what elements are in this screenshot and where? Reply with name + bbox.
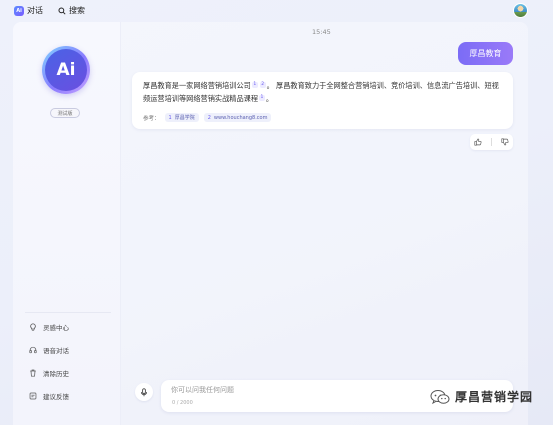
- assistant-avatar: Ai: [42, 46, 90, 94]
- search-label: 搜索: [69, 6, 85, 15]
- feedback-icon: [29, 392, 37, 400]
- user-message-bubble: 厚昌教育: [458, 42, 513, 65]
- reference-number: 1: [168, 114, 172, 121]
- sidebar-item-label: 语音对话: [43, 347, 69, 355]
- reference-list: 参考： 1 厚昌学院 2 www.houchang8.com: [143, 113, 272, 122]
- thumbs-up-icon[interactable]: [474, 138, 482, 146]
- trash-icon: [30, 369, 36, 377]
- feedback-separator: [490, 138, 492, 146]
- headset-icon: [29, 346, 37, 354]
- voice-input-button[interactable]: [135, 383, 153, 401]
- reference-label: www.houchang8.com: [213, 114, 268, 121]
- version-badge: 测试版: [50, 108, 80, 118]
- sidebar: Ai 测试版 灵感中心 语音对话 清除历史 建议反馈: [13, 22, 121, 425]
- citation-marker[interactable]: 1: [251, 81, 258, 88]
- citation-marker[interactable]: 2: [259, 81, 266, 88]
- reference-chip[interactable]: 1 厚昌学院: [164, 113, 199, 122]
- top-bar: Ai 对话 搜索: [0, 0, 553, 22]
- assistant-message-text: 厚昌教育是一家网络营销培训公司 1 2。 厚昌教育致力于全网整合营销培训、竞价培训、…: [143, 79, 505, 105]
- user-avatar[interactable]: [513, 3, 528, 18]
- citation-marker[interactable]: 1: [259, 94, 265, 101]
- brand-tab-chat[interactable]: Ai 对话: [14, 5, 43, 16]
- reply-segment: 。: [265, 94, 274, 103]
- reference-label: 厚昌学院: [174, 115, 195, 121]
- watermark: 厚昌营销学园: [430, 388, 533, 405]
- char-counter: 0 / 2000: [172, 400, 193, 406]
- reference-number: 2: [207, 114, 211, 121]
- sidebar-item-voice-chat[interactable]: 语音对话: [29, 344, 69, 356]
- sidebar-item-label: 清除历史: [43, 370, 69, 378]
- watermark-text: 厚昌营销学园: [455, 390, 534, 404]
- sidebar-item-label: 灵感中心: [43, 324, 69, 332]
- sidebar-item-clear-history[interactable]: 清除历史: [29, 367, 69, 379]
- reply-segment: 厚昌教育是一家网络营销培训公司: [143, 81, 251, 90]
- references-label: 参考：: [143, 115, 160, 122]
- assistant-message-card: 厚昌教育是一家网络营销培训公司 1 2。 厚昌教育致力于全网整合营销培训、竞价培训、…: [132, 72, 513, 129]
- wechat-icon: [430, 389, 450, 404]
- sidebar-item-inspiration[interactable]: 灵感中心: [29, 321, 69, 333]
- sidebar-item-label: 建议反馈: [43, 393, 69, 401]
- sidebar-divider: [25, 312, 111, 313]
- app-logo-icon: Ai: [14, 5, 24, 16]
- assistant-avatar-text: Ai: [45, 49, 87, 91]
- reference-chip[interactable]: 2 www.houchang8.com: [203, 113, 272, 122]
- search-icon: [58, 6, 66, 15]
- search-button[interactable]: 搜索: [58, 5, 85, 16]
- message-timestamp: 15:45: [312, 28, 331, 36]
- message-feedback-bar: [470, 134, 513, 150]
- thumbs-down-icon[interactable]: [501, 138, 509, 146]
- chat-input[interactable]: [171, 385, 431, 395]
- sidebar-item-feedback[interactable]: 建议反馈: [29, 390, 69, 402]
- microphone-icon: [141, 387, 147, 396]
- bulb-icon: [30, 323, 36, 331]
- chat-tab-label: 对话: [27, 6, 43, 15]
